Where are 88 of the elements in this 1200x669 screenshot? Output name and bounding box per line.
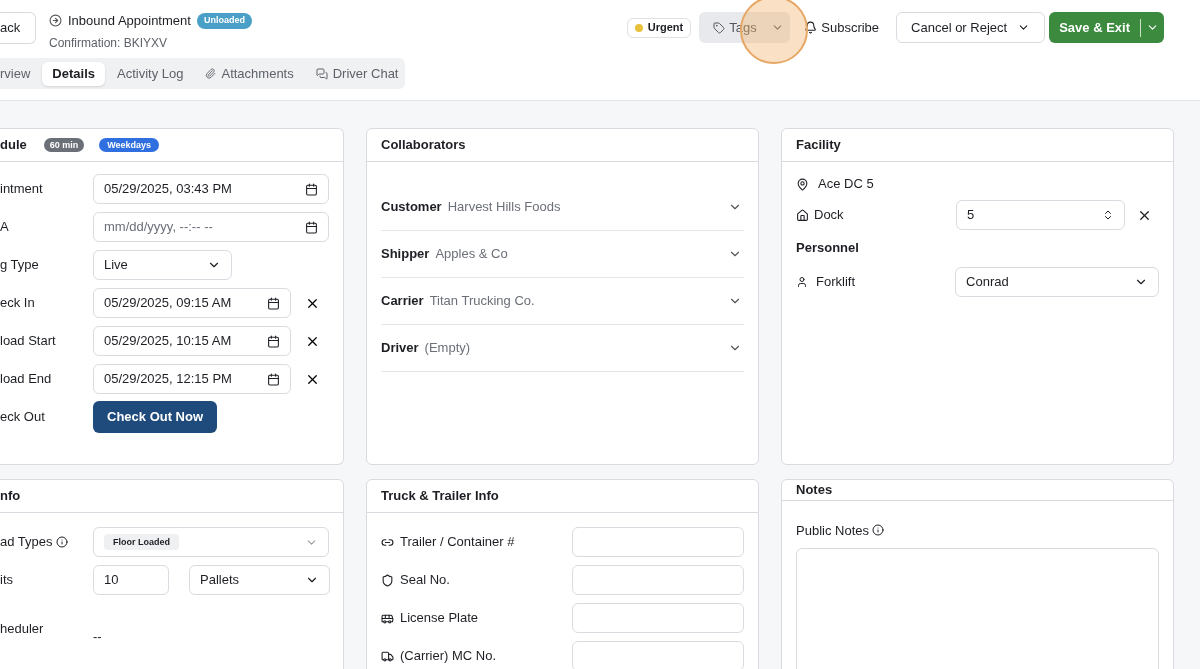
field-label: A	[0, 218, 10, 237]
field-label: (Carrier) MC No.	[400, 647, 497, 666]
field-value: --	[93, 628, 102, 646]
role-label: Carrier	[381, 293, 424, 309]
text-field[interactable]	[571, 603, 744, 633]
datetime-field[interactable]: 05/29/2025, 12:15 PM	[93, 364, 291, 394]
collaborator-name: Harvest Hills Foods	[447, 199, 561, 215]
field-label: eck Out	[0, 408, 46, 427]
card-title: Collaborators	[381, 136, 466, 155]
card-title: dule	[0, 136, 27, 155]
text-field[interactable]	[571, 527, 744, 557]
section-title: Personnel	[796, 239, 860, 257]
role-label: Customer	[381, 199, 442, 215]
calendar-icon[interactable]	[267, 296, 280, 310]
collaborator-row[interactable]: Driver (Empty)	[381, 325, 744, 372]
select-field[interactable]: Live	[93, 250, 232, 280]
tag-icon	[713, 21, 726, 34]
field-label: ad Types	[0, 533, 53, 552]
shield-icon	[381, 573, 394, 587]
info-icon	[872, 524, 884, 537]
location-icon	[796, 177, 809, 191]
collaborator-row[interactable]: Carrier Titan Trucking Co.	[381, 278, 744, 325]
datetime-field[interactable]: 05/29/2025, 03:43 PM	[93, 174, 329, 204]
tab[interactable]: Activity Log	[107, 61, 194, 86]
datetime-field[interactable]: 05/29/2025, 10:15 AM	[93, 326, 291, 356]
field-label: Dock	[814, 206, 844, 225]
units-field[interactable]: 10	[93, 565, 169, 595]
datetime-field[interactable]: 05/29/2025, 09:15 AM	[93, 288, 291, 318]
duration-badge: 60 min	[43, 138, 85, 152]
field-label: load End	[0, 370, 53, 389]
collaborator-name: Apples & Co	[435, 246, 508, 262]
text-field[interactable]	[571, 641, 744, 669]
save-exit-button[interactable]: Save & Exit	[1049, 12, 1164, 43]
subscribe-button[interactable]: Subscribe	[804, 17, 880, 38]
collaborator-name: Titan Trucking Co.	[429, 293, 535, 309]
collaborator-name: (Empty)	[424, 340, 471, 356]
field-label: its	[0, 571, 14, 590]
home-icon	[796, 208, 809, 222]
select-field[interactable]: Pallets	[189, 565, 330, 595]
page-title: Inbound Appointment	[68, 12, 191, 30]
select-field[interactable]: Conrad	[955, 266, 1159, 297]
dock-number-field[interactable]: 5	[956, 200, 1125, 230]
card-title: Notes	[796, 481, 833, 499]
location-name: Ace DC 5	[818, 175, 874, 194]
check-out-button[interactable]: Check Out Now	[93, 401, 218, 433]
calendar-icon[interactable]	[267, 334, 280, 348]
card-title: Truck & Trailer Info	[381, 487, 499, 506]
field-label: load Start	[0, 332, 57, 351]
back-button[interactable]: ack	[0, 12, 36, 44]
load-type-tag: Floor Loaded	[104, 534, 179, 550]
chat-icon	[315, 67, 328, 80]
arrow-circle-icon	[49, 14, 62, 28]
tab[interactable]: Attachments	[195, 61, 304, 86]
stepper-icon[interactable]	[1102, 209, 1114, 221]
priority-badge[interactable]: Urgent	[626, 17, 692, 38]
field-label: License Plate	[400, 609, 479, 628]
collaborator-row[interactable]: Customer Harvest Hills Foods	[381, 184, 744, 231]
status-badge: Unloaded	[196, 13, 252, 29]
calendar-icon[interactable]	[305, 220, 318, 234]
tab[interactable]: Details	[42, 61, 105, 86]
card-title: nfo	[0, 487, 21, 506]
truck-icon	[381, 649, 394, 663]
cancel-reject-button[interactable]: Cancel or Reject	[896, 12, 1046, 43]
confirmation-number: Confirmation: BKIYXV	[49, 34, 169, 52]
field-label: Forklift	[816, 272, 855, 291]
role-label: Shipper	[381, 246, 430, 262]
text-field[interactable]	[571, 565, 744, 595]
field-label: Trailer / Container #	[400, 533, 515, 552]
card-title: Facility	[796, 136, 841, 155]
calendar-icon[interactable]	[267, 372, 280, 386]
info-icon	[55, 536, 68, 548]
field-label: g Type	[0, 256, 40, 275]
field-label: heduler	[0, 620, 45, 638]
paperclip-icon	[205, 68, 217, 79]
role-label: Driver	[381, 340, 419, 356]
collaborator-row[interactable]: Shipper Apples & Co	[381, 231, 744, 278]
tab[interactable]: rview	[0, 61, 41, 86]
multi-select-field[interactable]: Floor Loaded	[93, 527, 329, 557]
field-label: Public Notes	[796, 521, 869, 540]
days-badge: Weekdays	[99, 138, 160, 152]
field-label: eck In	[0, 294, 36, 313]
bell-icon	[804, 21, 818, 34]
field-label: Seal No.	[400, 571, 450, 590]
field-label: intment	[0, 180, 44, 199]
datetime-field[interactable]: mm/dd/yyyy, --:-- --	[93, 212, 329, 242]
user-icon	[796, 275, 808, 288]
calendar-icon[interactable]	[305, 182, 318, 196]
tab[interactable]: Driver Chat	[305, 61, 409, 86]
